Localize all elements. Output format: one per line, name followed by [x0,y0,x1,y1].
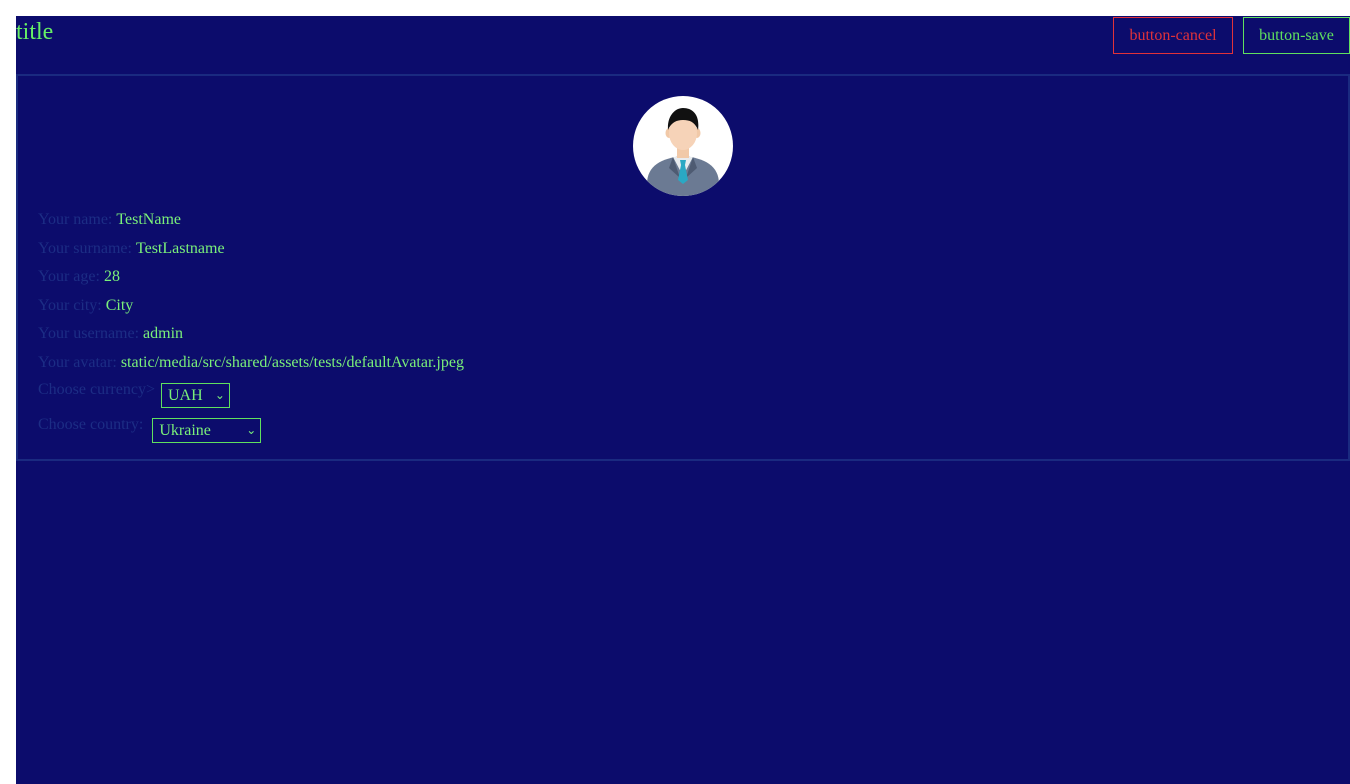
country-label: Choose country: [38,416,144,433]
field-city: Your city: City [38,292,464,321]
field-value-name: TestName [116,211,182,229]
page-title: title [16,19,54,45]
country-selected-value: Ukraine [159,422,211,439]
field-label-city: Your city: [38,296,102,314]
field-value-avatar: static/media/src/shared/assets/tests/def… [120,353,464,371]
default-avatar-icon [647,108,719,196]
field-value-city: City [105,296,134,314]
cancel-button[interactable]: button-cancel [1113,17,1233,54]
profile-page: title button-cancel button-save Your nam… [16,16,1350,784]
profile-card: Your name: TestName Your surname: TestLa… [16,74,1350,461]
field-value-username: admin [143,325,184,343]
field-label-avatar: Your avatar: [38,353,117,371]
currency-selected-value: UAH [167,387,203,404]
field-label-name: Your name: [38,211,113,229]
field-avatar: Your avatar: static/media/src/shared/ass… [38,349,464,378]
currency-row: Choose currency> UAH ⌄ [38,381,464,408]
field-username: Your username: admin [38,320,464,349]
avatar [633,96,733,196]
currency-select[interactable]: UAH ⌄ [160,383,230,408]
country-row: Choose country: Ukraine ⌄ [38,416,464,443]
field-surname: Your surname: TestLastname [38,235,464,264]
chevron-down-icon: ⌄ [214,388,225,402]
profile-fields: Your name: TestName Your surname: TestLa… [38,206,464,443]
page-header: title button-cancel button-save [16,16,1350,74]
field-age: Your age: 28 [38,263,464,292]
country-select[interactable]: Ukraine ⌄ [152,418,262,443]
field-value-surname: TestLastname [135,239,225,257]
field-value-age: 28 [103,268,120,286]
header-actions: button-cancel button-save [1113,17,1350,54]
field-label-age: Your age: [38,268,100,286]
field-label-username: Your username: [38,325,140,343]
field-name: Your name: TestName [38,206,464,235]
field-label-surname: Your surname: [38,239,132,257]
currency-label: Choose currency> [38,381,155,398]
chevron-down-icon: ⌄ [246,423,257,437]
save-button[interactable]: button-save [1243,17,1350,54]
